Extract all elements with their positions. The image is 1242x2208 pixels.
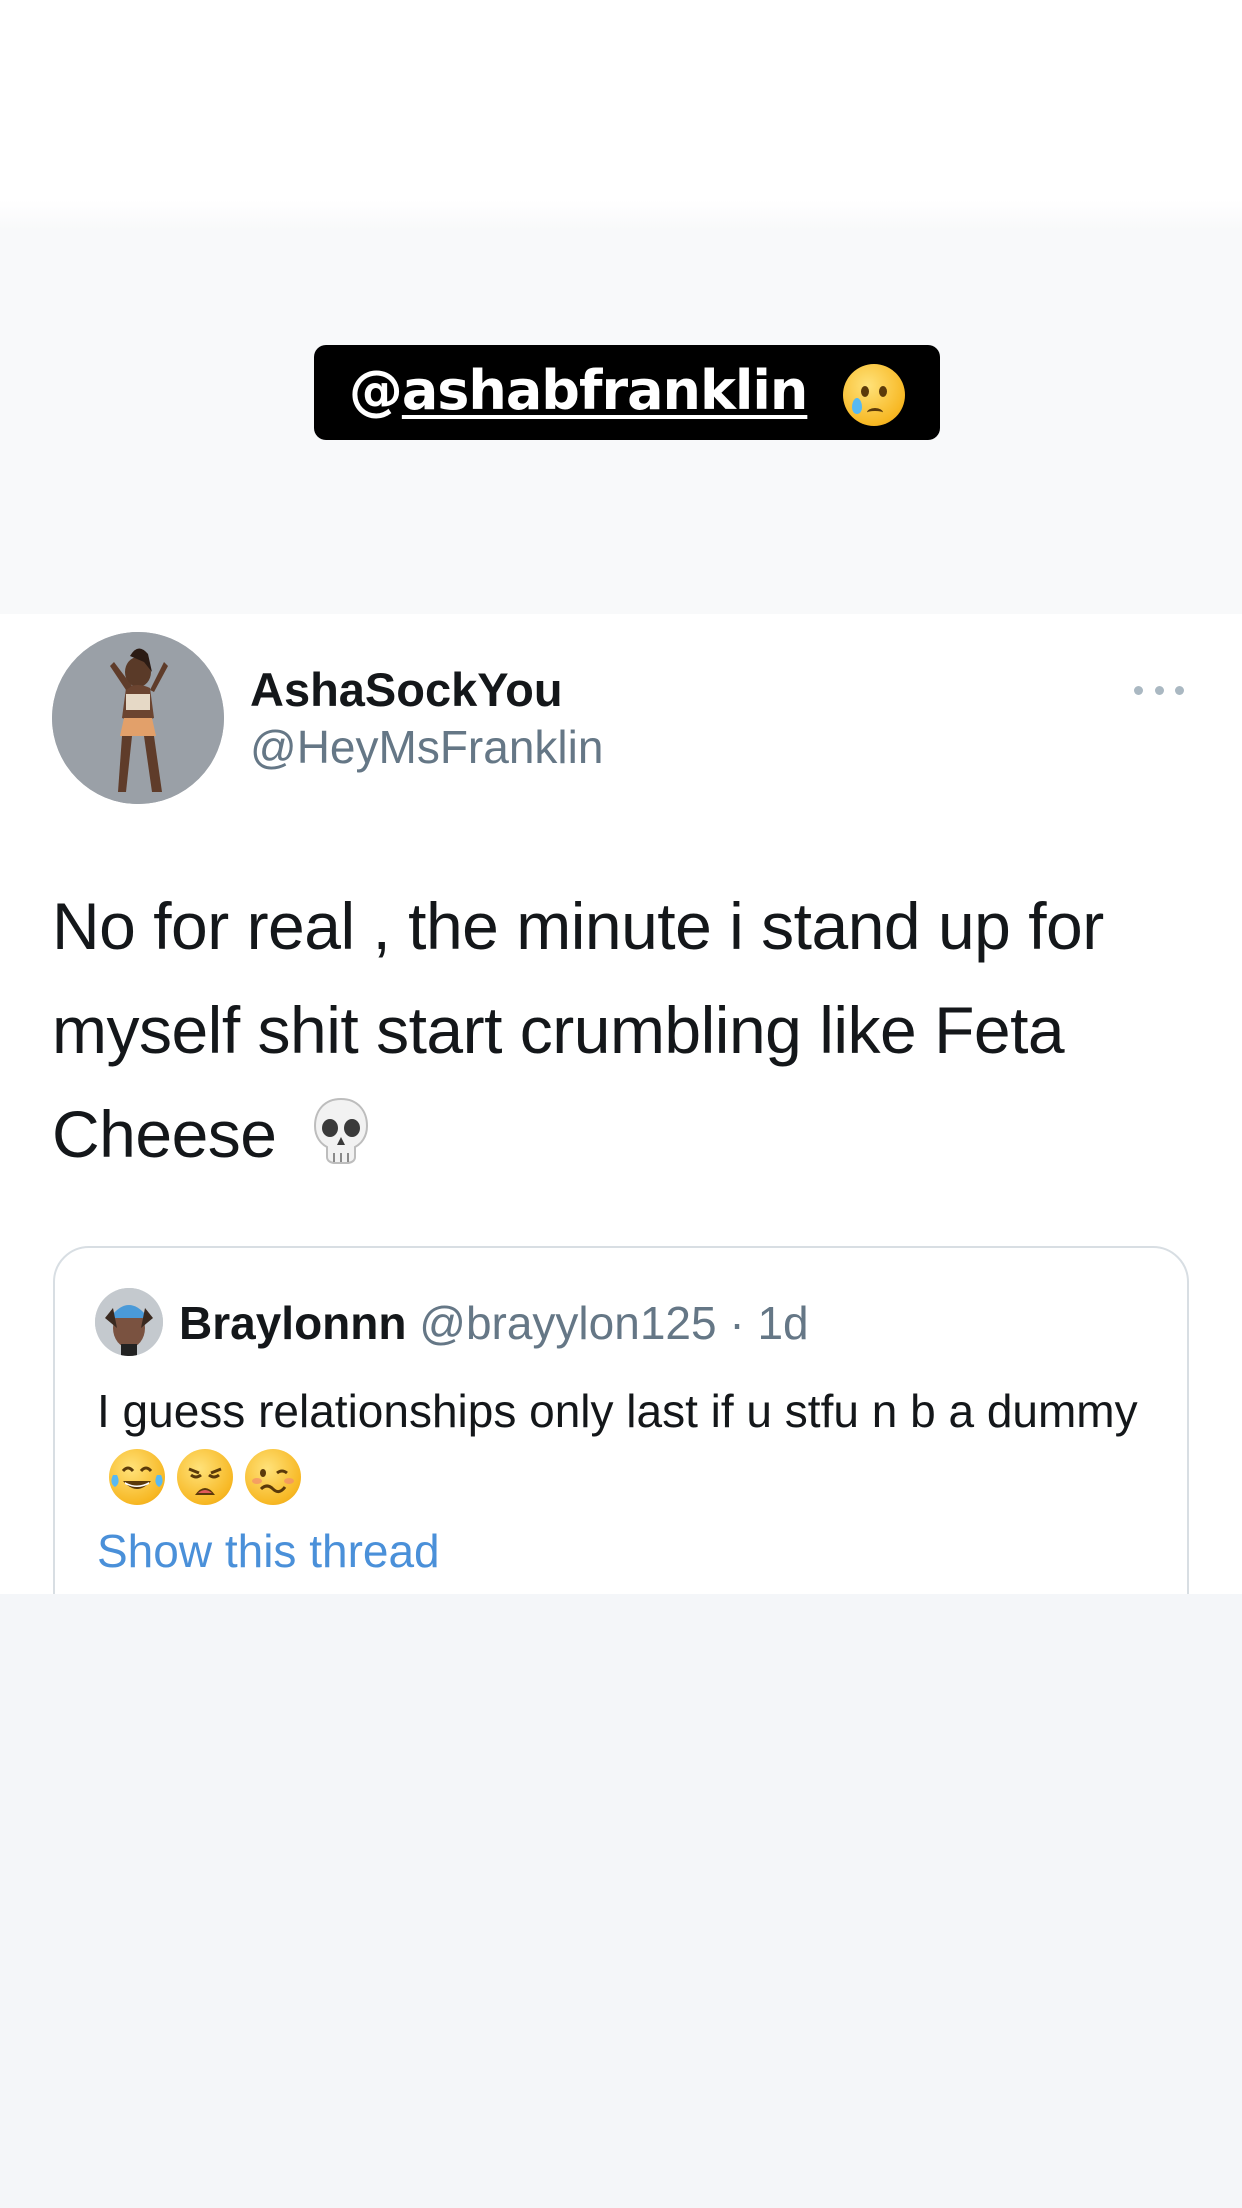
more-dot bbox=[1154, 685, 1164, 695]
tear-drop-shape bbox=[852, 397, 863, 414]
tears-of-joy-icon bbox=[109, 1449, 165, 1505]
quote-username[interactable]: @brayylon125 bbox=[419, 1297, 716, 1349]
quote-body: I guess relationships only last if u stf… bbox=[97, 1385, 1138, 1437]
mention-at-sign: @ bbox=[348, 359, 403, 423]
skull-icon bbox=[310, 1094, 372, 1168]
mention-text[interactable]: @ashabfranklin bbox=[348, 359, 906, 426]
quote-header: Braylonnn @brayylon125 · 1d bbox=[179, 1296, 809, 1350]
tweet-body: No for real , the minute i stand up for … bbox=[52, 889, 1104, 1171]
weary-face-shape bbox=[188, 1467, 222, 1495]
story-bottom-background bbox=[0, 1594, 1242, 2208]
quote-avatar[interactable] bbox=[95, 1288, 163, 1356]
quote-display-name[interactable]: Braylonnn bbox=[179, 1297, 406, 1349]
more-dot bbox=[1175, 685, 1184, 695]
woozy-face-icon bbox=[245, 1449, 301, 1505]
quote-text: I guess relationships only last if u stf… bbox=[97, 1378, 1157, 1510]
more-dot bbox=[1134, 685, 1143, 695]
face-holding-back-tears-icon bbox=[843, 363, 906, 426]
avatar[interactable] bbox=[52, 632, 224, 804]
display-name[interactable]: AshaSockYou bbox=[250, 662, 563, 717]
skull-shape bbox=[314, 1097, 369, 1164]
quote-avatar-illustration bbox=[95, 1288, 163, 1356]
more-options-icon[interactable] bbox=[1134, 682, 1184, 698]
avatar-photo-illustration bbox=[52, 632, 224, 804]
mention-sticker[interactable]: @ashabfranklin bbox=[314, 345, 940, 440]
username[interactable]: @HeyMsFranklin bbox=[250, 720, 603, 774]
quote-timestamp[interactable]: 1d bbox=[757, 1297, 808, 1349]
mention-handle[interactable]: ashabfranklin bbox=[402, 359, 808, 422]
woozy-face-shape bbox=[252, 1469, 294, 1494]
quoted-tweet[interactable]: Braylonnn @brayylon125 · 1d I guess rela… bbox=[53, 1246, 1189, 1646]
quote-separator: · bbox=[729, 1297, 758, 1349]
tweet-text: No for real , the minute i stand up for … bbox=[52, 874, 1202, 1186]
story-top-background bbox=[0, 0, 1242, 614]
tears-of-joy-shape bbox=[111, 1466, 163, 1489]
tear-mouth-shape bbox=[867, 407, 884, 417]
show-thread-link[interactable]: Show this thread bbox=[97, 1524, 440, 1578]
weary-face-icon bbox=[177, 1449, 233, 1505]
